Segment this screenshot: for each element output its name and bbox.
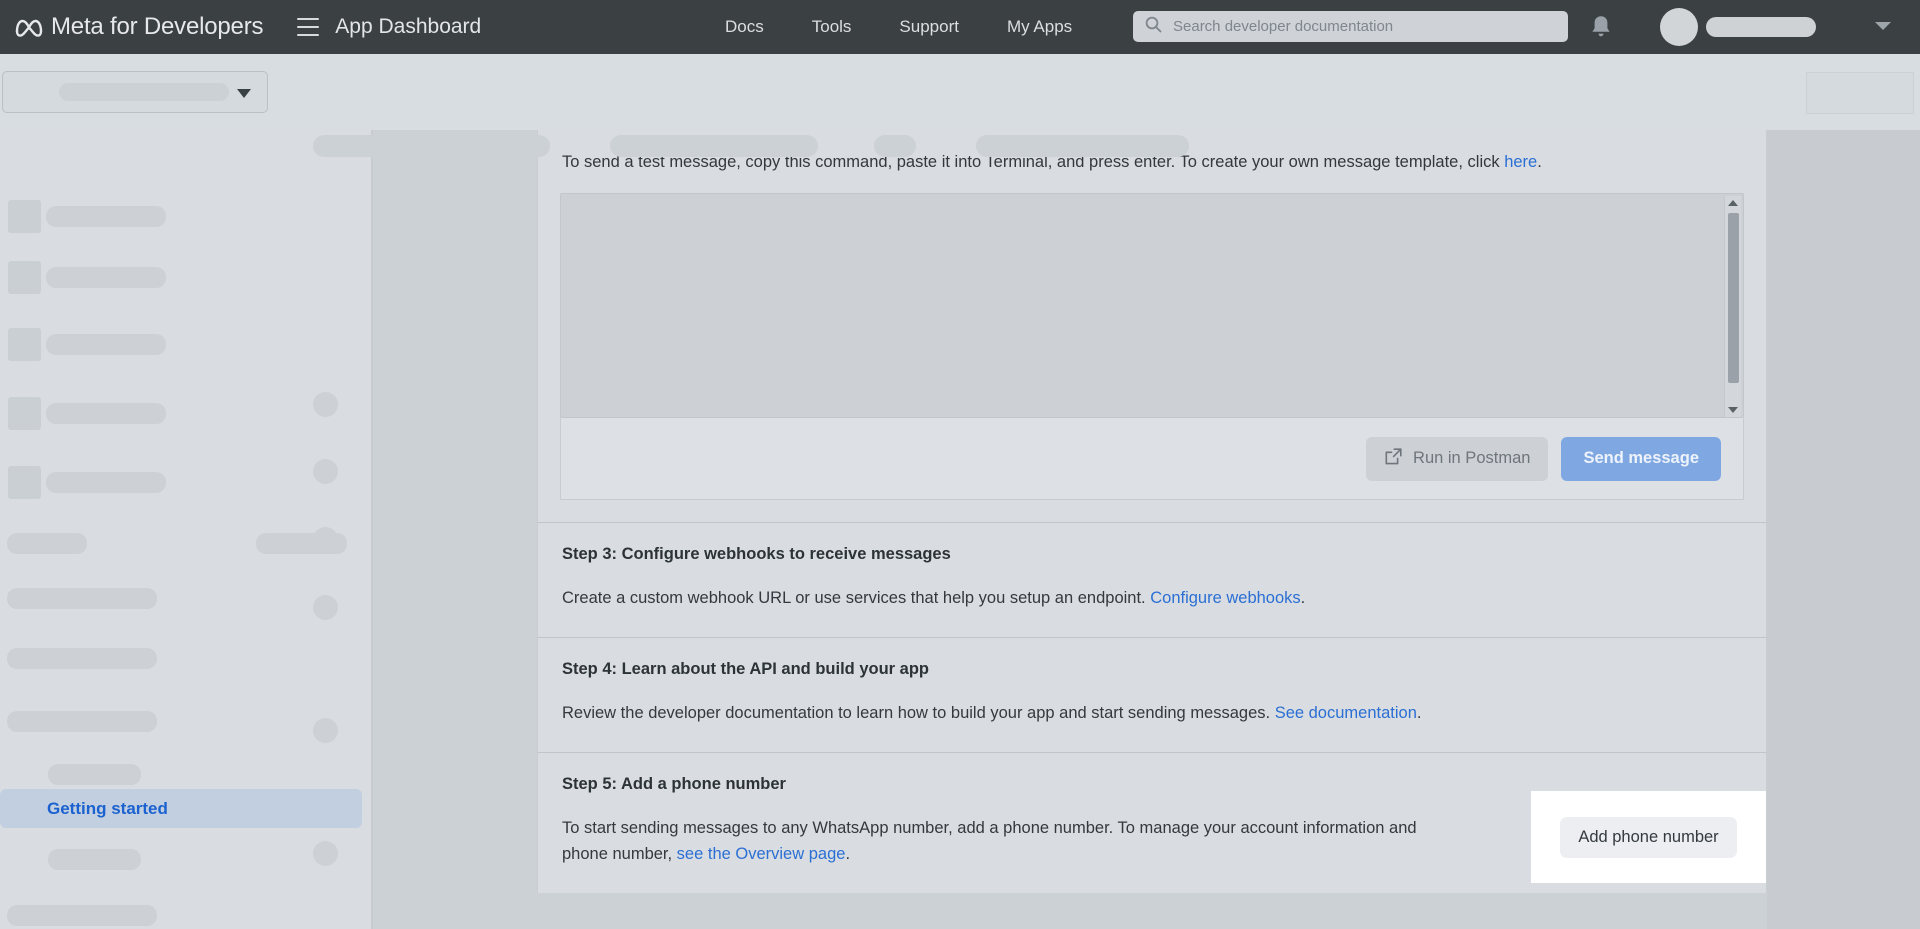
sidebar-section-placeholder [7, 533, 87, 554]
meta-for-developers-logo[interactable]: Meta for Developers [14, 13, 263, 41]
app-toolbar [0, 54, 1920, 157]
toolbar-item-placeholder-4[interactable] [976, 135, 1189, 157]
sidebar-chevron-placeholder-7[interactable] [313, 841, 338, 866]
sidebar-label-placeholder-3[interactable] [46, 334, 166, 355]
triangle-down-icon[interactable] [1728, 407, 1738, 413]
editor-actions: Run in Postman Send message [560, 418, 1744, 500]
avatar[interactable] [1660, 8, 1698, 46]
sidebar-label-placeholder-4[interactable] [46, 403, 166, 424]
app-dashboard-title: App Dashboard [335, 15, 482, 38]
app-page: Meta for Developers App Dashboard Docs T… [0, 0, 1920, 929]
step-5-title: Step 5: Add a phone number [562, 775, 786, 793]
sidebar-icon-placeholder-5 [8, 466, 41, 499]
nav-link-support[interactable]: Support [899, 17, 959, 37]
sidebar-item-label: Getting started [47, 798, 168, 818]
step-5-body: To start sending messages to any WhatsAp… [538, 794, 1488, 893]
step-3-title: Step 3: Configure webhooks to receive me… [562, 545, 951, 563]
run-in-postman-label: Run in Postman [1413, 449, 1531, 467]
test-message-card: To send a test message, copy this comman… [537, 130, 1767, 522]
command-editor-wrapper: Run in Postman Send message [538, 173, 1766, 500]
see-overview-page-link[interactable]: see the Overview page [677, 845, 846, 863]
search-input[interactable]: Search developer documentation [1133, 11, 1568, 42]
nav-link-my-apps[interactable]: My Apps [1007, 17, 1072, 37]
send-message-label: Send message [1583, 449, 1699, 467]
sidebar-subitem-placeholder-2[interactable] [7, 648, 157, 669]
add-phone-number-callout: Add phone number [1531, 791, 1766, 883]
hamburger-icon[interactable] [297, 18, 320, 36]
toolbar-item-placeholder-1[interactable] [313, 135, 550, 157]
chevron-down-icon[interactable] [1875, 22, 1891, 30]
search-placeholder: Search developer documentation [1173, 18, 1394, 35]
sidebar-label-placeholder-5[interactable] [46, 472, 166, 493]
sidebar-label-placeholder-1[interactable] [46, 206, 166, 227]
sidebar-subitem-placeholder-5[interactable] [48, 849, 141, 870]
see-documentation-link[interactable]: See documentation [1275, 704, 1417, 722]
sidebar-chevron-placeholder-3[interactable] [313, 459, 338, 484]
chevron-down-icon [237, 89, 251, 98]
add-phone-number-button[interactable]: Add phone number [1560, 816, 1737, 858]
here-link[interactable]: here [1504, 153, 1537, 171]
bell-icon[interactable] [1588, 13, 1614, 45]
sidebar-icon-placeholder-2 [8, 261, 41, 294]
toolbar-item-placeholder-2[interactable] [610, 135, 818, 157]
step-4-card: Step 4: Learn about the API and build yo… [537, 637, 1767, 752]
sidebar-icon-placeholder-1 [8, 200, 41, 233]
app-selector-dropdown[interactable] [2, 71, 268, 113]
configure-webhooks-link[interactable]: Configure webhooks [1150, 589, 1300, 607]
step-3-period: . [1300, 589, 1306, 607]
scrollbar-thumb[interactable] [1728, 213, 1739, 383]
nav-link-tools[interactable]: Tools [812, 17, 852, 37]
toolbar-right-panel[interactable] [1806, 72, 1914, 114]
sidebar-chevron-placeholder-5[interactable] [313, 595, 338, 620]
app-name-placeholder [59, 83, 229, 101]
sidebar-label-placeholder-2[interactable] [46, 267, 166, 288]
meta-infinity-icon [14, 17, 44, 37]
step-5-period: . [845, 845, 851, 863]
step-4-title: Step 4: Learn about the API and build yo… [562, 660, 929, 678]
editor-scrollbar[interactable] [1724, 196, 1741, 417]
search-icon [1145, 16, 1162, 38]
sidebar-chevron-placeholder-6[interactable] [313, 718, 338, 743]
sidebar-subitem-placeholder-3[interactable] [7, 711, 157, 732]
send-message-button[interactable]: Send message [1561, 436, 1721, 481]
run-in-postman-button[interactable]: Run in Postman [1366, 436, 1549, 481]
sidebar-subitem-placeholder-1[interactable] [7, 588, 157, 609]
step-4-text: Review the developer documentation to le… [562, 704, 1275, 722]
sidebar-subitem-placeholder-6[interactable] [7, 905, 157, 926]
external-link-icon [1384, 447, 1403, 471]
step-4-period: . [1416, 704, 1422, 722]
sidebar-chevron-placeholder-2[interactable] [313, 392, 338, 417]
step-3-body: Create a custom webhook URL or use servi… [538, 564, 1488, 637]
top-nav-links: Docs Tools Support My Apps [725, 0, 1072, 54]
sidebar-section-action-placeholder[interactable] [256, 533, 347, 554]
sidebar-icon-placeholder-3 [8, 328, 41, 361]
sidebar-item-getting-started[interactable]: Getting started [0, 789, 362, 828]
toolbar-item-placeholder-3[interactable] [874, 135, 916, 157]
brand-label: Meta for Developers [51, 13, 264, 40]
step-4-body: Review the developer documentation to le… [538, 679, 1488, 752]
content-gutter [373, 130, 537, 929]
sidebar-subitem-placeholder-4[interactable] [48, 764, 141, 785]
triangle-up-icon[interactable] [1728, 200, 1738, 206]
step-3-card: Step 3: Configure webhooks to receive me… [537, 522, 1767, 637]
command-textarea[interactable] [560, 193, 1744, 418]
nav-link-docs[interactable]: Docs [725, 17, 764, 37]
sidebar-icon-placeholder-4 [8, 397, 41, 430]
instructions-period: . [1537, 153, 1542, 171]
account-name-placeholder [1706, 17, 1816, 37]
step-3-text: Create a custom webhook URL or use servi… [562, 589, 1151, 607]
left-sidebar: Getting started [0, 130, 372, 929]
top-navigation-bar: Meta for Developers App Dashboard Docs T… [0, 0, 1920, 54]
